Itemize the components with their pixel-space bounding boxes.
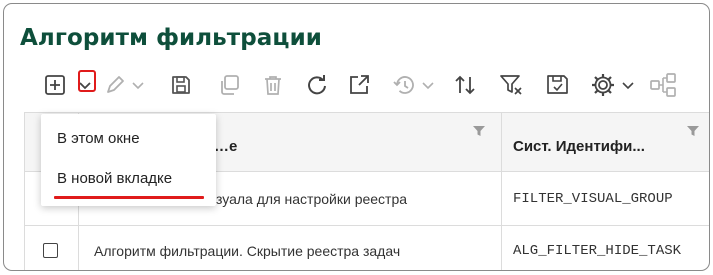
delete-button[interactable]: [260, 70, 286, 100]
save-filter-button[interactable]: [544, 70, 572, 100]
column-header-name[interactable]: …е: [214, 138, 237, 155]
save-button[interactable]: [168, 70, 194, 100]
page-title: Алгоритм фильтрации: [20, 25, 323, 51]
filter-icon[interactable]: [686, 124, 700, 138]
save-icon: [172, 76, 190, 94]
menu-item-new-tab[interactable]: В новой вкладке: [57, 170, 172, 187]
edit-button[interactable]: [102, 70, 128, 100]
delete-icon: [265, 76, 281, 95]
copy-button[interactable]: [216, 70, 242, 100]
history-icon: [393, 76, 414, 94]
share-button[interactable]: [648, 70, 678, 100]
toolbar: [4, 66, 709, 106]
sort-icon: [455, 75, 475, 95]
clear-filter-button[interactable]: [498, 70, 526, 100]
save-filter-icon: [547, 75, 568, 94]
settings-dropdown-button[interactable]: [620, 70, 636, 100]
sort-button[interactable]: [452, 70, 478, 100]
row-checkbox[interactable]: [43, 243, 58, 258]
menu-item-this-window[interactable]: В этом окне: [57, 130, 140, 147]
add-button[interactable]: [42, 70, 68, 100]
open-external-icon: [350, 75, 369, 94]
chevron-down-icon: [622, 82, 634, 90]
row-name-cell: Алгоритм фильтрации. Скрытие реестра зад…: [94, 243, 401, 259]
share-icon: [650, 73, 676, 97]
filter-icon[interactable]: [472, 124, 486, 138]
refresh-button[interactable]: [304, 70, 330, 100]
edit-icon: [107, 76, 124, 93]
highlight-underline: [54, 196, 204, 199]
history-button[interactable]: [390, 70, 418, 100]
clear-filter-icon: [500, 75, 522, 95]
row-id-cell: FILTER_VISUAL_GROUP: [513, 191, 673, 207]
refresh-icon: [308, 75, 326, 95]
chevron-down-icon: [132, 82, 144, 90]
open-external-button[interactable]: [346, 70, 372, 100]
copy-icon: [221, 75, 239, 95]
open-mode-menu: В этом окне В новой вкладке: [41, 114, 216, 206]
edit-dropdown-button[interactable]: [130, 70, 146, 100]
dropdown-highlight: [78, 70, 96, 92]
row-id-cell: ALG_FILTER_HIDE_TASK: [513, 243, 682, 259]
settings-button[interactable]: [588, 70, 618, 100]
chevron-down-icon: [422, 82, 434, 90]
settings-icon: [592, 74, 614, 96]
history-dropdown-button[interactable]: [420, 70, 436, 100]
window-frame: Алгоритм фильтрации …е Сист. Идентифи...…: [3, 3, 710, 271]
add-icon: [45, 75, 65, 95]
column-header-id[interactable]: Сист. Идентифи...: [513, 138, 645, 155]
row-name-cell: …зуала для настройки реестра: [202, 191, 408, 207]
